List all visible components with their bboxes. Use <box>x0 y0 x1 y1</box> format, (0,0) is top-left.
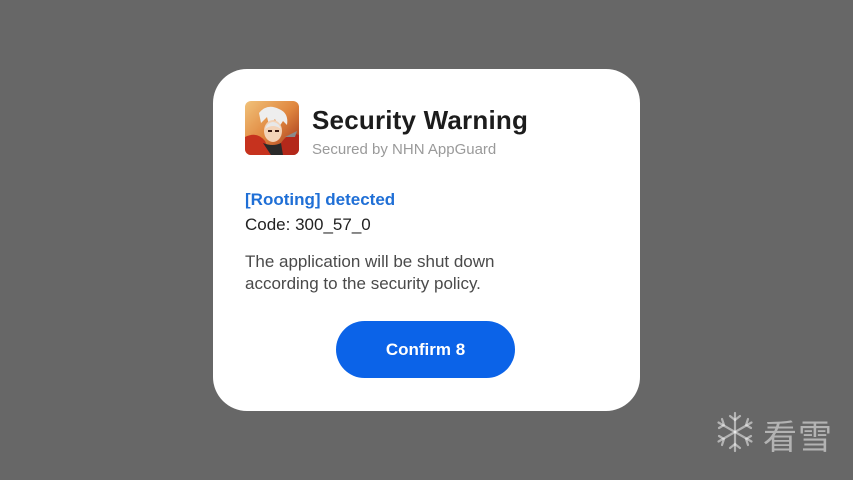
dialog-title: Security Warning <box>312 105 529 135</box>
app-icon <box>245 101 299 155</box>
watermark-text: 看雪 <box>763 417 833 458</box>
shutdown-message: The application will be shut down accord… <box>245 252 495 293</box>
error-code: Code: 300_57_0 <box>245 215 371 234</box>
security-warning-dialog: Security Warning Secured by NHN AppGuard… <box>213 69 640 411</box>
detection-message: [Rooting] detected <box>245 190 396 209</box>
snowflake-icon <box>713 410 757 459</box>
confirm-button[interactable]: Confirm 8 <box>336 321 515 378</box>
watermark: 看雪 <box>713 410 833 458</box>
dialog-subtitle: Secured by NHN AppGuard <box>312 141 497 158</box>
